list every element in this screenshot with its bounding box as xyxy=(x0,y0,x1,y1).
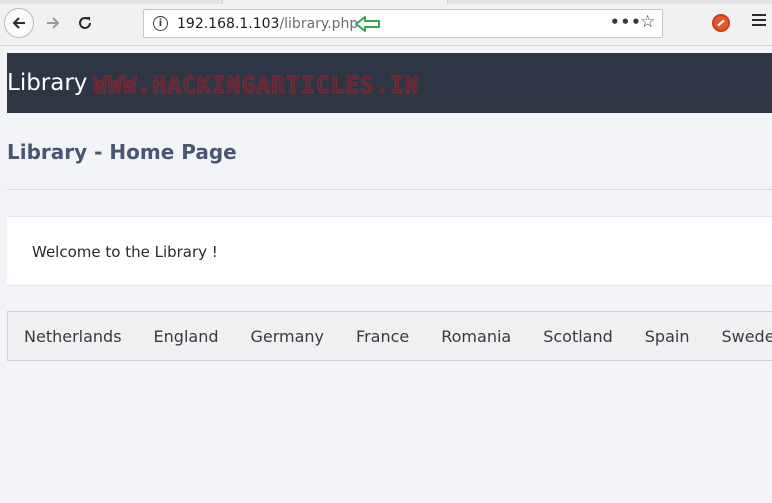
country-link-scotland[interactable]: Scotland xyxy=(527,327,629,346)
country-nav: Netherlands England Germany France Roman… xyxy=(7,311,772,361)
page-title: Library - Home Page xyxy=(7,140,237,164)
url-host: 192.168.1.103 xyxy=(177,16,280,32)
back-arrow-icon xyxy=(12,17,25,29)
watermark: WWW.HACKINGARTICLES.IN xyxy=(93,73,420,100)
extension-icon[interactable] xyxy=(712,14,730,32)
site-brand[interactable]: Library xyxy=(7,70,87,96)
back-button[interactable] xyxy=(4,8,34,38)
address-bar[interactable]: i 192.168.1.103/library.php ••• ☆ xyxy=(143,9,663,38)
hamburger-menu-icon[interactable] xyxy=(752,14,766,28)
welcome-text: Welcome to the Library ! xyxy=(32,243,218,261)
country-link-sweden[interactable]: Sweden xyxy=(705,327,772,346)
forward-button[interactable] xyxy=(40,9,66,37)
browser-toolbar: i 192.168.1.103/library.php ••• ☆ xyxy=(0,0,772,46)
country-link-spain[interactable]: Spain xyxy=(629,327,706,346)
country-link-romania[interactable]: Romania xyxy=(425,327,527,346)
green-left-arrow-icon xyxy=(355,16,380,32)
info-icon[interactable]: i xyxy=(153,16,168,31)
url-text[interactable]: 192.168.1.103/library.php xyxy=(177,16,358,32)
country-link-germany[interactable]: Germany xyxy=(234,327,340,346)
site-header: Library WWW.HACKINGARTICLES.IN xyxy=(7,53,772,113)
reload-button[interactable] xyxy=(72,9,98,37)
welcome-card: Welcome to the Library ! xyxy=(7,216,772,286)
url-path: /library.php xyxy=(279,16,359,32)
country-link-england[interactable]: England xyxy=(138,327,235,346)
forward-arrow-icon xyxy=(47,17,60,29)
country-link-netherlands[interactable]: Netherlands xyxy=(8,327,138,346)
divider xyxy=(7,189,772,190)
country-link-france[interactable]: France xyxy=(340,327,425,346)
star-icon[interactable]: ☆ xyxy=(640,12,655,32)
reload-icon xyxy=(79,17,91,29)
active-tab[interactable] xyxy=(222,0,448,4)
more-dots-icon[interactable]: ••• xyxy=(610,13,642,31)
